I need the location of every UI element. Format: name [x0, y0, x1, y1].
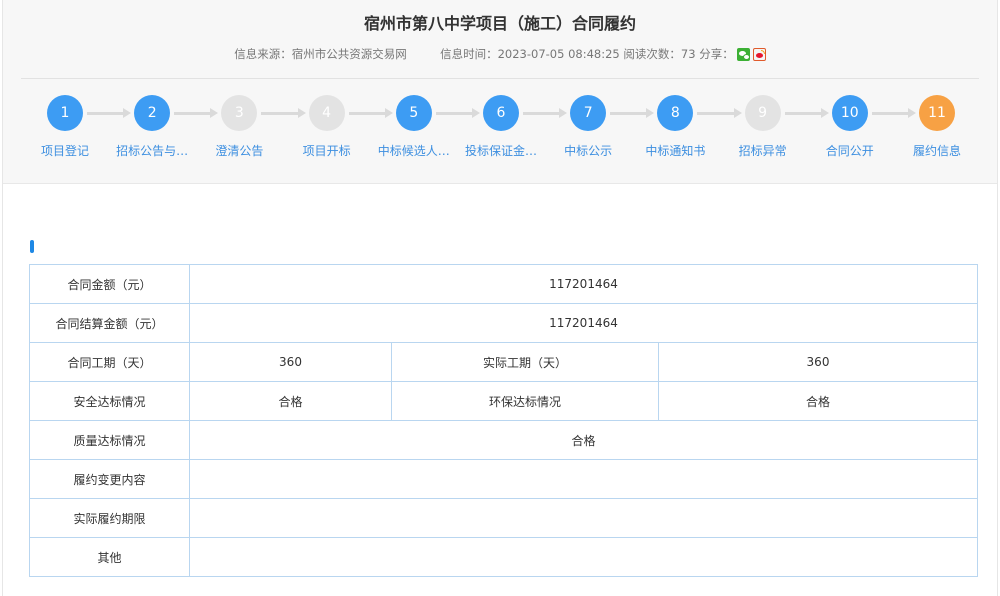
step-label: 项目登记 — [40, 144, 89, 158]
safety-value: 合格 — [189, 381, 392, 421]
step-label: 中标候选人… — [377, 144, 450, 158]
step-7[interactable]: 7 中标公示 — [543, 95, 633, 159]
contract-amount-label: 合同金额（元） — [29, 264, 190, 304]
actual-period-value: 360 — [657, 342, 979, 382]
step-label: 招标异常 — [738, 144, 787, 158]
wechat-icon[interactable] — [736, 47, 750, 61]
contract-period-value: 360 — [189, 342, 392, 382]
progress-steps: 1 项目登记 2 招标公告与… 3 澄清公告 4 项目开标 5 中标候选人… 6 投标保证金… 7 中标公… — [3, 95, 997, 175]
step-9: 9 招标异常 — [718, 95, 808, 159]
step-11[interactable]: 11 履约信息 — [892, 95, 982, 159]
contract-period-label: 合同工期（天） — [29, 342, 190, 382]
weibo-icon[interactable] — [752, 47, 766, 61]
other-label: 其他 — [29, 537, 190, 577]
source-value: 宿州市公共资源交易网 — [291, 47, 407, 61]
change-label: 履约变更内容 — [29, 459, 190, 499]
source-label: 信息来源： — [234, 47, 292, 61]
step-number: 9 — [744, 95, 781, 131]
quality-value: 合格 — [188, 420, 979, 460]
page-title: 宿州市第八中学项目（施工）合同履约 — [363, 14, 636, 33]
step-label: 中标通知书 — [645, 144, 706, 158]
safety-label: 安全达标情况 — [29, 381, 190, 421]
page-frame: 宿州市第八中学项目（施工）合同履约 信息来源：宿州市公共资源交易网 信息时间：2… — [2, 0, 998, 596]
table-row: 质量达标情况 合格 — [29, 420, 979, 460]
step-label: 中标公示 — [564, 144, 613, 158]
step-label: 澄清公告 — [215, 144, 264, 158]
settlement-amount-value: 117201464 — [188, 303, 979, 343]
info-meta: 信息来源：宿州市公共资源交易网 信息时间：2023-07-05 08:48:25… — [3, 46, 997, 62]
step-number: 4 — [308, 95, 345, 131]
contract-amount-value: 117201464 — [188, 264, 979, 304]
deadline-value — [188, 498, 979, 538]
header-divider — [21, 78, 979, 79]
other-value — [188, 537, 979, 577]
step-label: 履约信息 — [912, 144, 961, 158]
table-row: 履约变更内容 — [29, 459, 979, 499]
table-row: 实际履约期限 — [29, 498, 979, 538]
views-value: 73 — [680, 47, 696, 61]
step-number: 7 — [570, 95, 607, 131]
table-row: 合同金额（元） 117201464 — [29, 264, 979, 304]
quality-label: 质量达标情况 — [29, 420, 190, 460]
step-number: 11 — [919, 95, 955, 131]
table-row: 合同结算金额（元） 117201464 — [29, 303, 979, 343]
step-5[interactable]: 5 中标候选人… — [369, 95, 459, 159]
time-value: 2023-07-05 08:48:25 — [497, 47, 620, 61]
step-label: 合同公开 — [825, 144, 874, 158]
step-label: 项目开标 — [302, 144, 351, 158]
change-value — [188, 459, 979, 499]
step-3: 3 澄清公告 — [194, 95, 284, 159]
step-number: 10 — [831, 95, 868, 131]
share-label: 分享： — [699, 47, 734, 61]
step-2[interactable]: 2 招标公告与… — [107, 95, 197, 159]
step-number: 8 — [657, 95, 694, 131]
step-8[interactable]: 8 中标通知书 — [630, 95, 720, 159]
step-number: 5 — [395, 95, 432, 131]
table-row: 合同工期（天） 360 实际工期（天） 360 — [29, 342, 979, 382]
section-marker — [30, 240, 34, 253]
step-number: 3 — [221, 95, 258, 131]
views-label: 阅读次数： — [623, 47, 681, 61]
step-6[interactable]: 6 投标保证金… — [456, 95, 546, 159]
table-row: 其他 — [29, 537, 979, 577]
settlement-amount-label: 合同结算金额（元） — [29, 303, 190, 343]
step-number: 1 — [47, 95, 83, 131]
step-10[interactable]: 10 合同公开 — [805, 95, 895, 159]
step-number: 6 — [483, 95, 519, 131]
environment-label: 环保达标情况 — [391, 381, 659, 421]
environment-value: 合格 — [657, 381, 979, 421]
step-label: 投标保证金… — [464, 144, 537, 158]
step-label: 招标公告与… — [116, 144, 189, 158]
deadline-label: 实际履约期限 — [29, 498, 190, 538]
table-row: 安全达标情况 合格 环保达标情况 合格 — [29, 381, 979, 421]
contract-info-table: 合同金额（元） 117201464 合同结算金额（元） 117201464 合同… — [29, 264, 979, 577]
step-4: 4 项目开标 — [282, 95, 372, 159]
step-1[interactable]: 1 项目登记 — [20, 95, 110, 159]
step-number: 2 — [134, 95, 171, 131]
time-label: 信息时间： — [440, 47, 498, 61]
header-panel: 宿州市第八中学项目（施工）合同履约 信息来源：宿州市公共资源交易网 信息时间：2… — [3, 0, 997, 184]
actual-period-label: 实际工期（天） — [391, 342, 659, 382]
